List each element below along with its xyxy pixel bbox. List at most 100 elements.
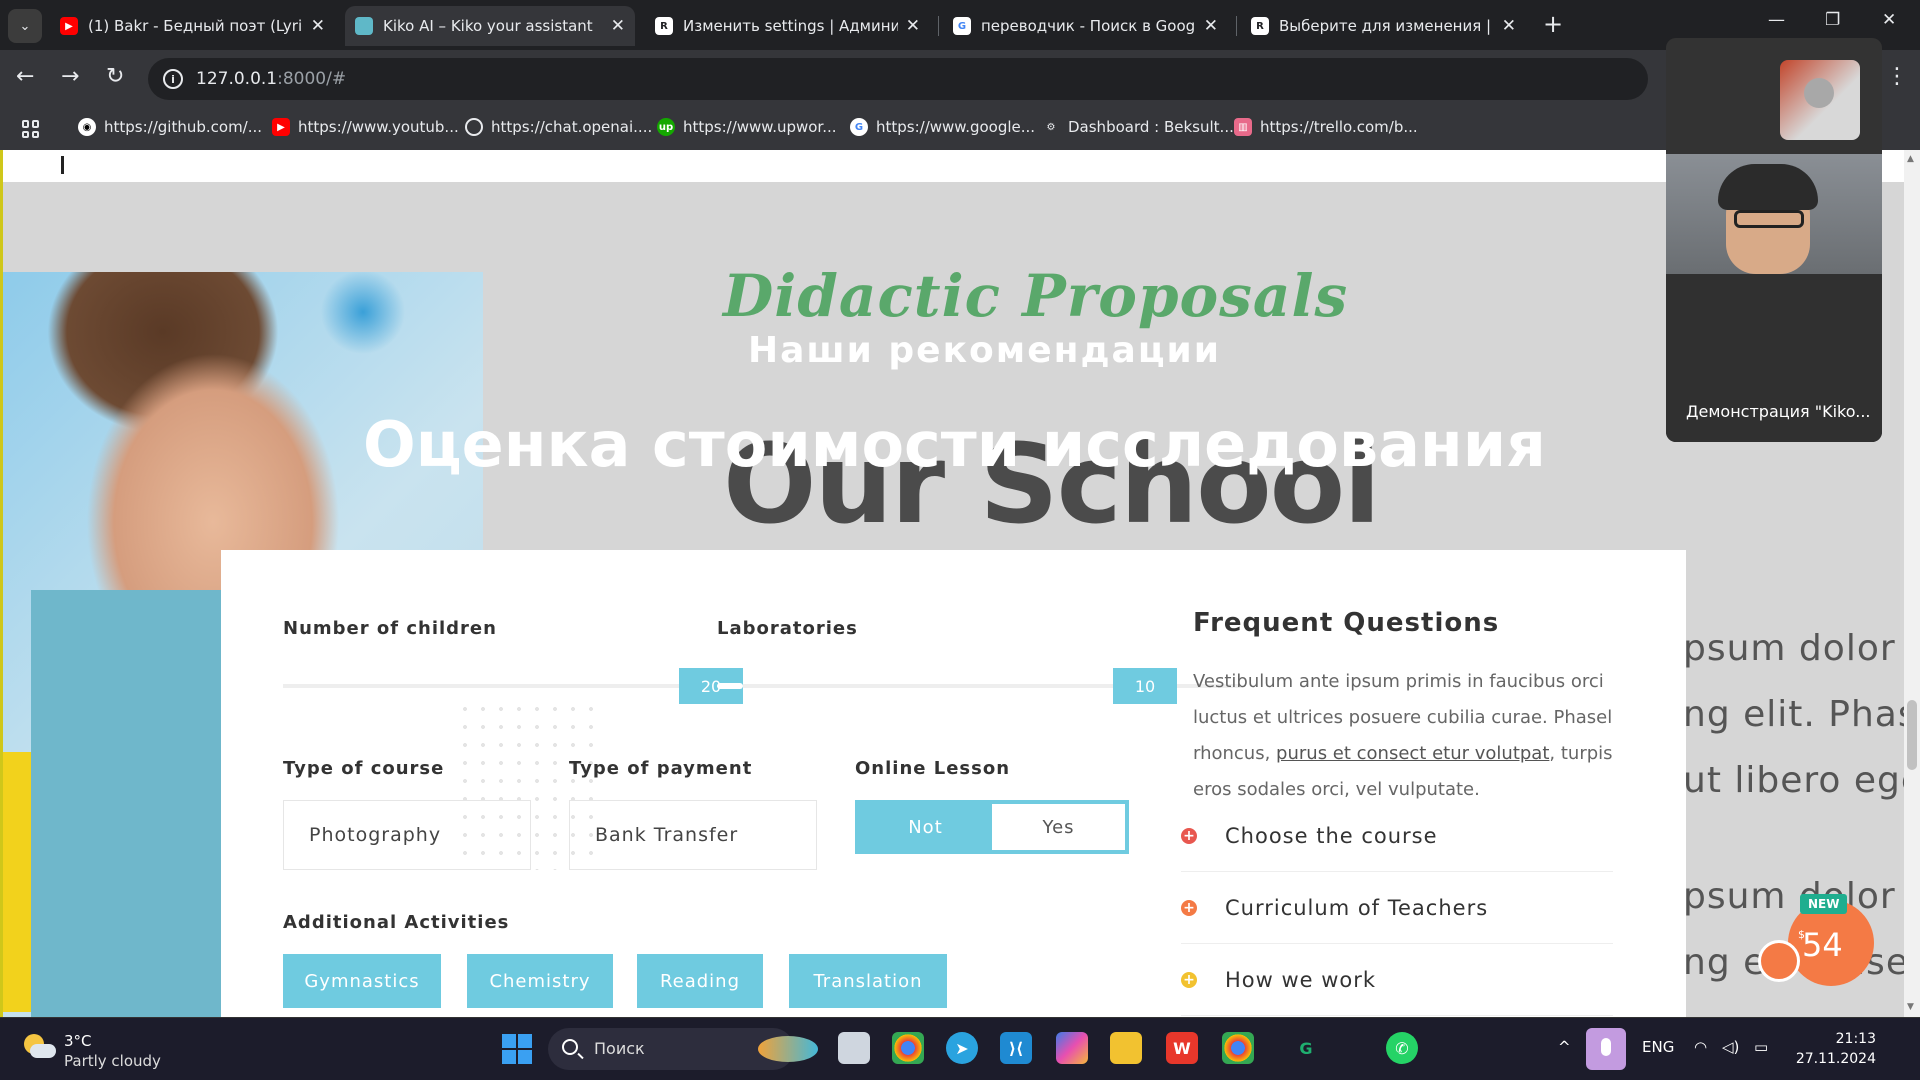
online-lesson-toggle[interactable]: Not Yes [855, 800, 1129, 854]
bookmark-openai[interactable]: https://chat.openai.... [465, 118, 652, 136]
address-bar[interactable]: i 127.0.0.1:8000/# [148, 58, 1648, 100]
system-clock[interactable]: 21:13 27.11.2024 [1792, 1031, 1876, 1067]
faq-item-curriculum[interactable]: + Curriculum of Teachers [1181, 872, 1613, 944]
faq-item-choose-course[interactable]: + Choose the course [1181, 800, 1613, 872]
cart-drop-icon[interactable] [1758, 940, 1800, 982]
activity-chemistry[interactable]: Chemistry [467, 954, 613, 1008]
page-scrollbar[interactable]: ▲ ▼ [1904, 150, 1920, 1017]
close-icon[interactable]: ✕ [906, 16, 920, 36]
microphone-icon[interactable] [1586, 1028, 1626, 1070]
taskbar-search[interactable]: Поиск [548, 1028, 818, 1070]
course-type-select[interactable]: Photography [283, 800, 531, 870]
bookmark-github[interactable]: ◉ https://github.com/... [78, 118, 262, 136]
laboratories-slider-thumb[interactable]: 10 [1113, 668, 1177, 704]
background-text-line: psum dolor s [1683, 876, 1904, 917]
telegram-icon[interactable]: ➤ [946, 1032, 978, 1064]
clock-date: 27.11.2024 [1795, 1051, 1876, 1067]
file-explorer-icon[interactable] [1110, 1032, 1142, 1064]
google-icon: G [850, 118, 868, 136]
chrome-icon[interactable] [892, 1032, 924, 1064]
weather-condition[interactable]: Partly cloudy [64, 1052, 161, 1070]
openai-icon [465, 118, 483, 136]
weather-temperature[interactable]: 3°C [64, 1032, 92, 1050]
weather-icon[interactable] [22, 1032, 56, 1062]
slider-handle[interactable] [717, 683, 743, 689]
google-icon: G [953, 17, 971, 35]
tab-django-select[interactable]: R Выберите для изменения | Ад ✕ [1241, 6, 1526, 46]
search-placeholder: Поиск [594, 1039, 645, 1058]
whatsapp-icon[interactable]: ✆ [1386, 1032, 1418, 1064]
forward-icon[interactable]: → [61, 64, 79, 89]
site-info-icon[interactable]: i [163, 69, 183, 89]
activity-gymnastics[interactable]: Gymnastics [283, 954, 441, 1008]
faq-description: Vestibulum ante ipsum primis in faucibus… [1193, 664, 1623, 808]
price-badge[interactable]: NEW $ 54 [1758, 894, 1874, 986]
menu-kebab-icon[interactable]: ⋮ [1886, 64, 1908, 89]
online-option-yes[interactable]: Yes [992, 804, 1125, 850]
url-path: :8000/# [277, 69, 347, 89]
bookmark-trello[interactable]: ▥ https://trello.com/b... [1234, 118, 1418, 136]
tab-title: переводчик - Поиск в Google [981, 17, 1196, 35]
close-icon[interactable]: ✕ [611, 16, 625, 36]
payment-type-value: Bank Transfer [595, 824, 739, 846]
close-icon[interactable]: ✕ [311, 16, 325, 36]
scrollbar-thumb[interactable] [1907, 700, 1917, 770]
battery-icon[interactable]: ▭ [1754, 1038, 1768, 1056]
tab-search-button[interactable]: ⌄ [8, 9, 42, 43]
close-window-icon[interactable]: ✕ [1882, 10, 1896, 30]
bookmark-dashboard[interactable]: ⚙ Dashboard : Beksult... [1042, 118, 1234, 136]
close-icon[interactable]: ✕ [1204, 16, 1218, 36]
participant-video [1666, 154, 1882, 274]
wifi-icon[interactable]: ◠ [1694, 1038, 1707, 1056]
video-call-overlay[interactable]: Демонстрация "Kiko... [1666, 38, 1882, 442]
scroll-down-icon[interactable]: ▼ [1907, 1002, 1914, 1012]
bookmark-youtube[interactable]: ▶ https://www.youtub... [272, 118, 459, 136]
payment-type-select[interactable]: Bank Transfer [569, 800, 817, 870]
online-option-not[interactable]: Not [859, 804, 992, 850]
tab-google-translate[interactable]: G переводчик - Поиск в Google ✕ [943, 6, 1228, 46]
menu-bar-icon[interactable] [61, 156, 64, 174]
faq-item-how-we-work[interactable]: + How we work [1181, 944, 1613, 1016]
tab-title: Изменить settings | Администр [683, 17, 898, 35]
tab-youtube[interactable]: ▶ (1) Bakr - Бедный поэт (Lyric Vi ✕ [50, 6, 335, 46]
background-text-line: psum dolor s [1683, 628, 1904, 669]
apps-grid-icon[interactable] [22, 120, 40, 138]
bookmark-upwork[interactable]: up https://www.upwor... [657, 118, 837, 136]
activities-label: Additional Activities [283, 912, 510, 933]
chevron-down-icon: ⌄ [19, 18, 31, 34]
activity-reading[interactable]: Reading [637, 954, 763, 1008]
copilot-icon[interactable] [1056, 1032, 1088, 1064]
tab-title: (1) Bakr - Бедный поэт (Lyric Vi [88, 17, 303, 35]
windows-taskbar: 3°C Partly cloudy Поиск ➤ ⟩⟨ W G ✆ ^ ENG… [0, 1017, 1920, 1080]
url-text: 127.0.0.1:8000/# [196, 69, 346, 89]
volume-icon[interactable]: ◁) [1722, 1038, 1739, 1056]
language-indicator[interactable]: ENG [1642, 1038, 1674, 1056]
bookmark-google[interactable]: Ghttps://www.google... [850, 118, 1035, 136]
chevron-up-icon[interactable]: ^ [1558, 1038, 1571, 1056]
chrome-profile-icon[interactable] [1222, 1032, 1254, 1064]
back-icon[interactable]: ← [16, 64, 34, 89]
faq-link[interactable]: purus et consect etur volutpat [1276, 743, 1549, 764]
wps-office-icon[interactable]: W [1166, 1032, 1198, 1064]
restore-icon[interactable]: ❐ [1825, 10, 1840, 30]
participant-avatar [1780, 60, 1860, 140]
dashboard-icon: ⚙ [1042, 118, 1060, 136]
windows-start-icon[interactable] [502, 1034, 532, 1064]
new-tab-button[interactable]: + [1543, 12, 1563, 36]
price-value: 54 [1802, 926, 1843, 964]
activity-translation[interactable]: Translation [789, 954, 947, 1008]
vscode-icon[interactable]: ⟩⟨ [1000, 1032, 1032, 1064]
close-icon[interactable]: ✕ [1502, 16, 1516, 36]
section-subtitle: Наши рекомендации [748, 330, 1221, 371]
tab-kiko[interactable]: Kiko AI – Kiko your assistant ✕ [345, 6, 635, 46]
reload-icon[interactable]: ↻ [106, 64, 124, 89]
course-type-label: Type of course [283, 758, 445, 779]
task-view-icon[interactable] [838, 1032, 870, 1064]
github-icon: ◉ [78, 118, 96, 136]
grammarly-icon[interactable]: G [1290, 1032, 1322, 1064]
minimize-icon[interactable]: — [1768, 10, 1785, 30]
course-type-value: Photography [309, 824, 442, 846]
bookmark-label: https://www.youtub... [298, 118, 459, 136]
scroll-up-icon[interactable]: ▲ [1907, 154, 1914, 164]
tab-django-settings[interactable]: R Изменить settings | Администр ✕ [645, 6, 930, 46]
